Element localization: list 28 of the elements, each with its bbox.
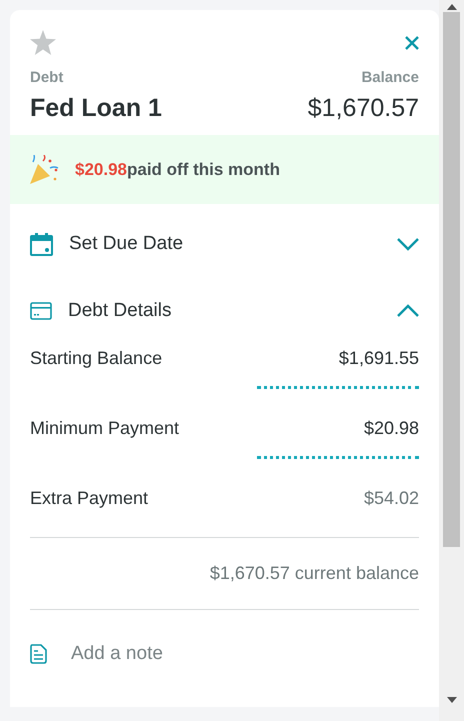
balance-label: Balance <box>361 68 419 88</box>
section-header[interactable]: Set Due Date <box>10 204 439 258</box>
debt-label: Debt <box>30 68 64 88</box>
detail-value: $54.02 <box>362 487 419 510</box>
value-field[interactable]: $1,691.55 <box>257 345 419 389</box>
calendar-icon <box>30 232 53 256</box>
star-button[interactable] <box>30 30 56 55</box>
paid-amount: $20.98 <box>75 158 127 181</box>
balance-amount: $1,670.57 <box>308 92 419 124</box>
close-button[interactable] <box>405 36 419 50</box>
debt-name: Fed Loan 1 <box>30 92 162 124</box>
paid-off-text: paid off this month <box>127 158 280 181</box>
detail-label: Minimum Payment <box>30 417 180 440</box>
scroll-up-icon[interactable] <box>446 4 456 10</box>
section-header[interactable]: Debt Details <box>10 258 439 325</box>
document-icon <box>30 644 47 664</box>
current-balance: $1,670.57 current balance <box>210 562 419 585</box>
scroll-down-icon[interactable] <box>446 697 456 703</box>
credit-card-icon <box>30 302 52 320</box>
section-title: Set Due Date <box>69 232 184 256</box>
chevron-down-icon <box>397 238 419 251</box>
value-field[interactable]: $20.98 <box>257 415 419 459</box>
scrollbar[interactable] <box>439 0 464 721</box>
chevron-up-icon <box>397 304 419 318</box>
party-popper-icon <box>30 154 59 184</box>
detail-label: Extra Payment <box>30 487 148 510</box>
section-title: Debt Details <box>68 298 172 322</box>
detail-label: Starting Balance <box>30 347 162 370</box>
